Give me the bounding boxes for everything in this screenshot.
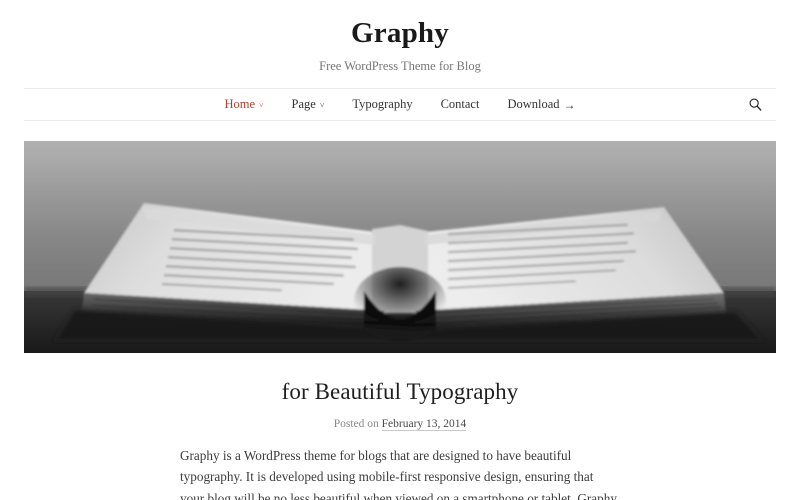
featured-image[interactable]	[24, 141, 776, 354]
nav-item-page[interactable]: Page ˅	[278, 97, 339, 112]
site-header: Graphy Free WordPress Theme for Blog	[0, 0, 800, 74]
search-toggle-button[interactable]	[744, 94, 766, 116]
nav-item-contact[interactable]: Contact	[427, 97, 494, 112]
search-icon	[749, 98, 761, 111]
page-root: Graphy Free WordPress Theme for Blog Hom…	[0, 0, 800, 500]
nav-item-typography[interactable]: Typography	[338, 97, 426, 112]
post-article: for Beautiful Typography Posted on Febru…	[180, 378, 620, 500]
nav-menu: Home ˅ Page ˅ Typography Contact Downloa…	[210, 97, 589, 112]
main-navigation: Home ˅ Page ˅ Typography Contact Downloa…	[24, 88, 776, 122]
chevron-down-icon: ˅	[319, 100, 325, 110]
post-meta: Posted on February 13, 2014	[180, 417, 620, 431]
nav-item-home[interactable]: Home ˅	[210, 97, 277, 112]
site-tagline: Free WordPress Theme for Blog	[319, 58, 481, 73]
arrow-right-icon: →	[563, 97, 576, 112]
post-paragraph: Graphy is a WordPress theme for blogs th…	[180, 447, 617, 500]
nav-item-label: Home	[224, 97, 255, 112]
post-date-link[interactable]: February 13, 2014	[381, 417, 467, 431]
nav-item-download[interactable]: Download →	[493, 97, 589, 112]
nav-item-label: Contact	[440, 97, 480, 112]
nav-item-label: Typography	[352, 97, 413, 112]
post-meta-prefix: Posted on	[333, 417, 379, 430]
post-body: Graphy is a WordPress theme for blogs th…	[180, 445, 620, 500]
nav-item-label: Download	[507, 97, 560, 112]
featured-image-graphic	[24, 141, 776, 354]
post-title[interactable]: for Beautiful Typography	[180, 378, 620, 407]
nav-item-label: Page	[291, 97, 316, 112]
chevron-down-icon: ˅	[259, 100, 264, 110]
site-title[interactable]: Graphy	[0, 16, 800, 51]
